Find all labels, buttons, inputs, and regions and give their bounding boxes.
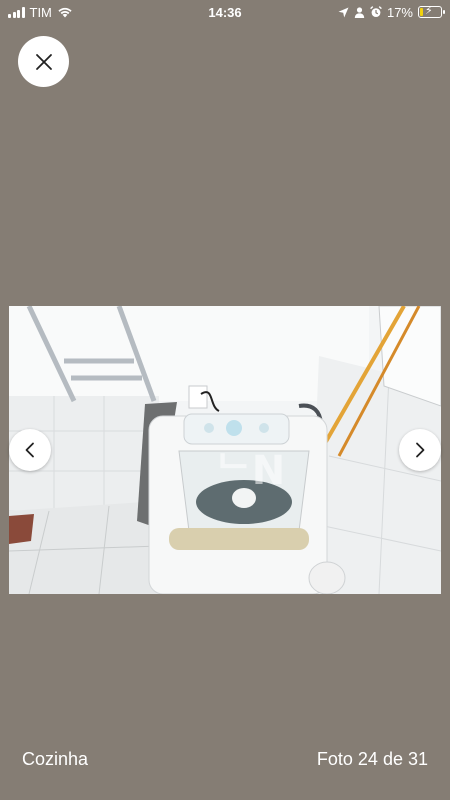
carrier-label: TIM <box>29 4 52 20</box>
person-icon <box>354 6 365 18</box>
alarm-icon <box>370 6 382 17</box>
laundry-photo-illustration: ᄂN <box>9 306 441 594</box>
gallery-photo: ᄂN <box>9 306 441 594</box>
battery-icon: ⚡ <box>418 5 445 18</box>
status-bar: TIM 14:36 17% ⚡ <box>0 0 450 24</box>
status-right: 17% ⚡ <box>338 4 445 20</box>
location-icon <box>338 7 349 17</box>
photo-counter: Foto 24 de 31 <box>316 748 428 769</box>
photo-caption: Cozinha <box>22 748 89 769</box>
next-photo-button[interactable] <box>399 429 441 471</box>
close-button[interactable] <box>18 36 69 87</box>
previous-photo-button[interactable] <box>9 429 51 471</box>
wifi-icon <box>58 7 72 18</box>
chevron-left-icon <box>25 442 34 458</box>
chevron-right-icon <box>416 442 425 458</box>
photo-footer: Cozinha Foto 24 de 31 <box>0 742 450 776</box>
status-left: TIM <box>8 5 73 20</box>
charging-icon: ⚡ <box>425 5 433 17</box>
svg-text:ᄂN: ᄂN <box>215 448 285 494</box>
signal-icon <box>8 6 25 18</box>
battery-level <box>420 8 423 16</box>
battery-percent: 17% <box>386 4 413 20</box>
close-icon <box>35 53 52 70</box>
